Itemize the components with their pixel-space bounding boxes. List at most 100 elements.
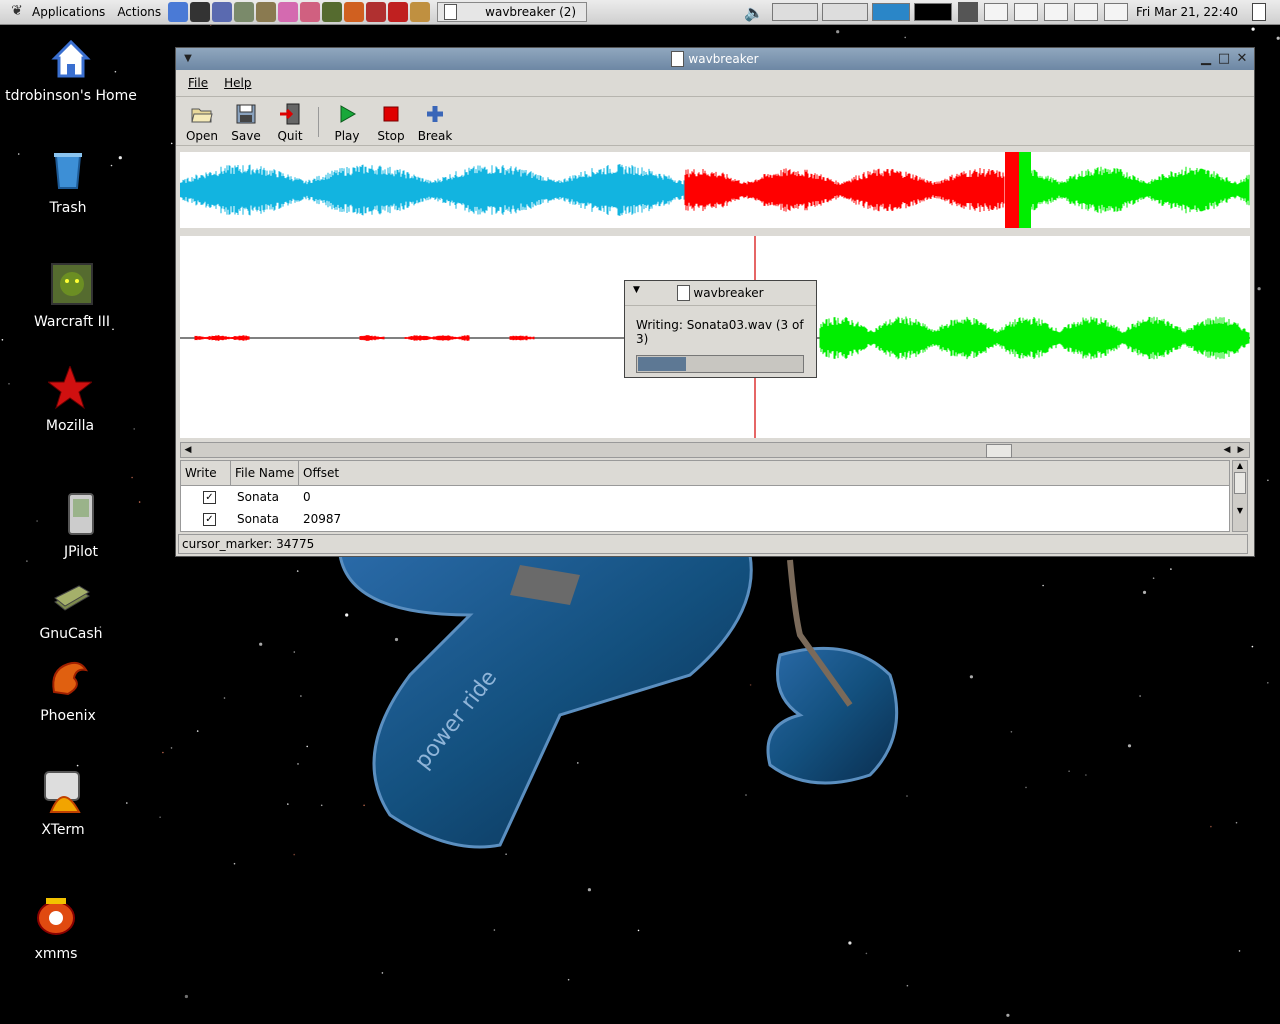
track2-overview	[684, 168, 1005, 212]
desktop-icon-xmms[interactable]: xmms	[0, 894, 131, 962]
column-header-write[interactable]: Write	[181, 461, 231, 485]
menu-file[interactable]: File	[188, 76, 208, 90]
track2-detail-segment	[404, 335, 470, 341]
taskbar-button-wavbreaker[interactable]: wavbreaker (2)	[437, 2, 588, 22]
phoenix-icon	[52, 661, 89, 696]
file-name-cell[interactable]: Sonata	[231, 512, 299, 526]
table-row[interactable]: ✓ Sonata 0	[181, 486, 1229, 508]
open-label: Open	[185, 129, 219, 143]
jpilot-launcher-icon[interactable]	[234, 2, 255, 22]
table-row[interactable]: ✓ Sonata 20987	[181, 508, 1229, 530]
workspace-2[interactable]	[1013, 3, 1038, 21]
write-checkbox[interactable]: ✓	[203, 512, 216, 526]
desktop-icon-xterm[interactable]: XTerm	[0, 770, 138, 838]
scroll-down-icon[interactable]: ▼	[1233, 506, 1247, 515]
desktop-icon-gnucash[interactable]: GnuCash	[0, 574, 146, 642]
trash-icon	[54, 153, 82, 189]
pointer-icon[interactable]	[957, 2, 978, 22]
scroll-right-icon[interactable]: ▶	[1235, 444, 1247, 456]
cd-launcher-icon[interactable]	[300, 2, 321, 22]
workspace-3[interactable]	[1043, 3, 1068, 21]
close-icon[interactable]: ✕	[1234, 51, 1250, 67]
document-icon	[671, 51, 685, 67]
window-list-icon[interactable]	[1252, 3, 1266, 21]
scrollbar-thumb[interactable]	[986, 444, 1012, 458]
clock[interactable]: Fri Mar 21, 22:40	[1136, 5, 1238, 19]
net-meter	[871, 3, 910, 21]
overview-view-marker[interactable]	[1005, 152, 1019, 228]
desktop-icon-jpilot[interactable]: JPilot	[6, 492, 156, 560]
gnome-foot-icon[interactable]: ❦	[8, 3, 26, 21]
offset-cell[interactable]: 0	[299, 490, 311, 504]
waveform-overview[interactable]	[180, 152, 1250, 228]
mem-meter	[821, 3, 868, 21]
xmms-launcher-icon[interactable]	[212, 2, 233, 22]
column-header-offset[interactable]: Offset	[299, 461, 1229, 485]
dialog-menu-icon[interactable]: ▼	[633, 285, 640, 295]
cpu-meter	[771, 3, 818, 21]
gnucash-launcher-icon[interactable]	[256, 2, 277, 22]
menu-help[interactable]: Help	[224, 76, 251, 90]
gnucash-icon	[54, 585, 90, 611]
desktop-icon-home[interactable]: tdrobinson's Home	[0, 36, 146, 104]
break-plus-icon	[427, 106, 443, 122]
workspace-5[interactable]	[1103, 3, 1128, 21]
workspace-switcher[interactable]	[982, 3, 1130, 21]
waveform-scrollbar[interactable]: ◀ ◀ ▶	[180, 442, 1250, 458]
quit-button[interactable]: Quit	[268, 99, 312, 145]
progress-fill	[638, 357, 686, 371]
desktop-icon-warcraft[interactable]: Warcraft III	[0, 262, 147, 330]
warcraft-icon	[51, 263, 93, 305]
quit-door-icon	[280, 103, 300, 125]
home-launcher-icon[interactable]	[168, 2, 189, 22]
play-button[interactable]: Play	[325, 99, 369, 145]
desktop-icon-label: Warcraft III	[33, 314, 110, 330]
workspace-4[interactable]	[1073, 3, 1098, 21]
volume-icon[interactable]: 🔈	[744, 3, 764, 22]
stop-button[interactable]: Stop	[369, 99, 413, 145]
scroll-up-icon[interactable]: ▲	[1233, 461, 1247, 470]
write-checkbox[interactable]: ✓	[203, 490, 216, 504]
game-launcher-icon[interactable]	[366, 2, 387, 22]
write-cell: ✓	[181, 490, 231, 504]
desktop-icon-phoenix[interactable]: Phoenix	[0, 656, 143, 724]
mozilla-launcher-icon[interactable]	[388, 2, 409, 22]
break-button[interactable]: Break	[413, 99, 457, 145]
scroll-right-icon[interactable]: ◀	[1221, 444, 1233, 456]
offset-cell[interactable]: 20987	[299, 512, 341, 526]
column-header-file-name[interactable]: File Name	[231, 461, 299, 485]
desktop-icon-trash[interactable]: Trash	[0, 148, 143, 216]
open-folder-icon	[191, 108, 213, 123]
save-button[interactable]: Save	[224, 99, 268, 145]
window-titlebar[interactable]: ▼ wavbreaker ▁ □ ✕	[176, 48, 1254, 70]
workspace-1[interactable]	[983, 3, 1008, 21]
document-icon	[677, 285, 691, 301]
launcher-bar	[167, 2, 431, 22]
dialog-titlebar[interactable]: ▼ wavbreaker	[625, 281, 816, 306]
minimize-icon[interactable]: ▁	[1198, 51, 1214, 67]
list-scrollbar-thumb[interactable]	[1234, 472, 1246, 494]
toolbar: Open Save Quit Play Stop Break	[176, 97, 1254, 146]
applications-menu[interactable]: Applications	[26, 5, 111, 19]
overview-view-marker[interactable]	[1019, 152, 1031, 228]
tux-launcher-icon[interactable]	[190, 2, 211, 22]
save-label: Save	[231, 129, 261, 143]
desktop-icon-label: Phoenix	[40, 708, 96, 724]
warcraft-launcher-icon[interactable]	[322, 2, 343, 22]
desktop-icon-label: Trash	[49, 200, 87, 216]
desktop-icon-mozilla[interactable]: Mozilla	[0, 364, 145, 434]
track2-detail-segment	[194, 335, 250, 341]
compass-launcher-icon[interactable]	[410, 2, 431, 22]
stop-icon	[383, 106, 399, 122]
phoenix-launcher-icon[interactable]	[344, 2, 365, 22]
actions-menu[interactable]: Actions	[111, 5, 167, 19]
stop-label: Stop	[377, 129, 405, 143]
scroll-left-icon[interactable]: ◀	[182, 444, 194, 456]
maximize-icon[interactable]: □	[1216, 51, 1232, 67]
open-button[interactable]: Open	[180, 99, 224, 145]
track2-detail-segment	[359, 335, 385, 341]
file-name-cell[interactable]: Sonata	[231, 490, 299, 504]
list-scrollbar[interactable]: ▲ ▼	[1232, 460, 1248, 532]
window-menu-icon[interactable]: ▼	[180, 51, 196, 67]
network-launcher-icon[interactable]	[278, 2, 299, 22]
